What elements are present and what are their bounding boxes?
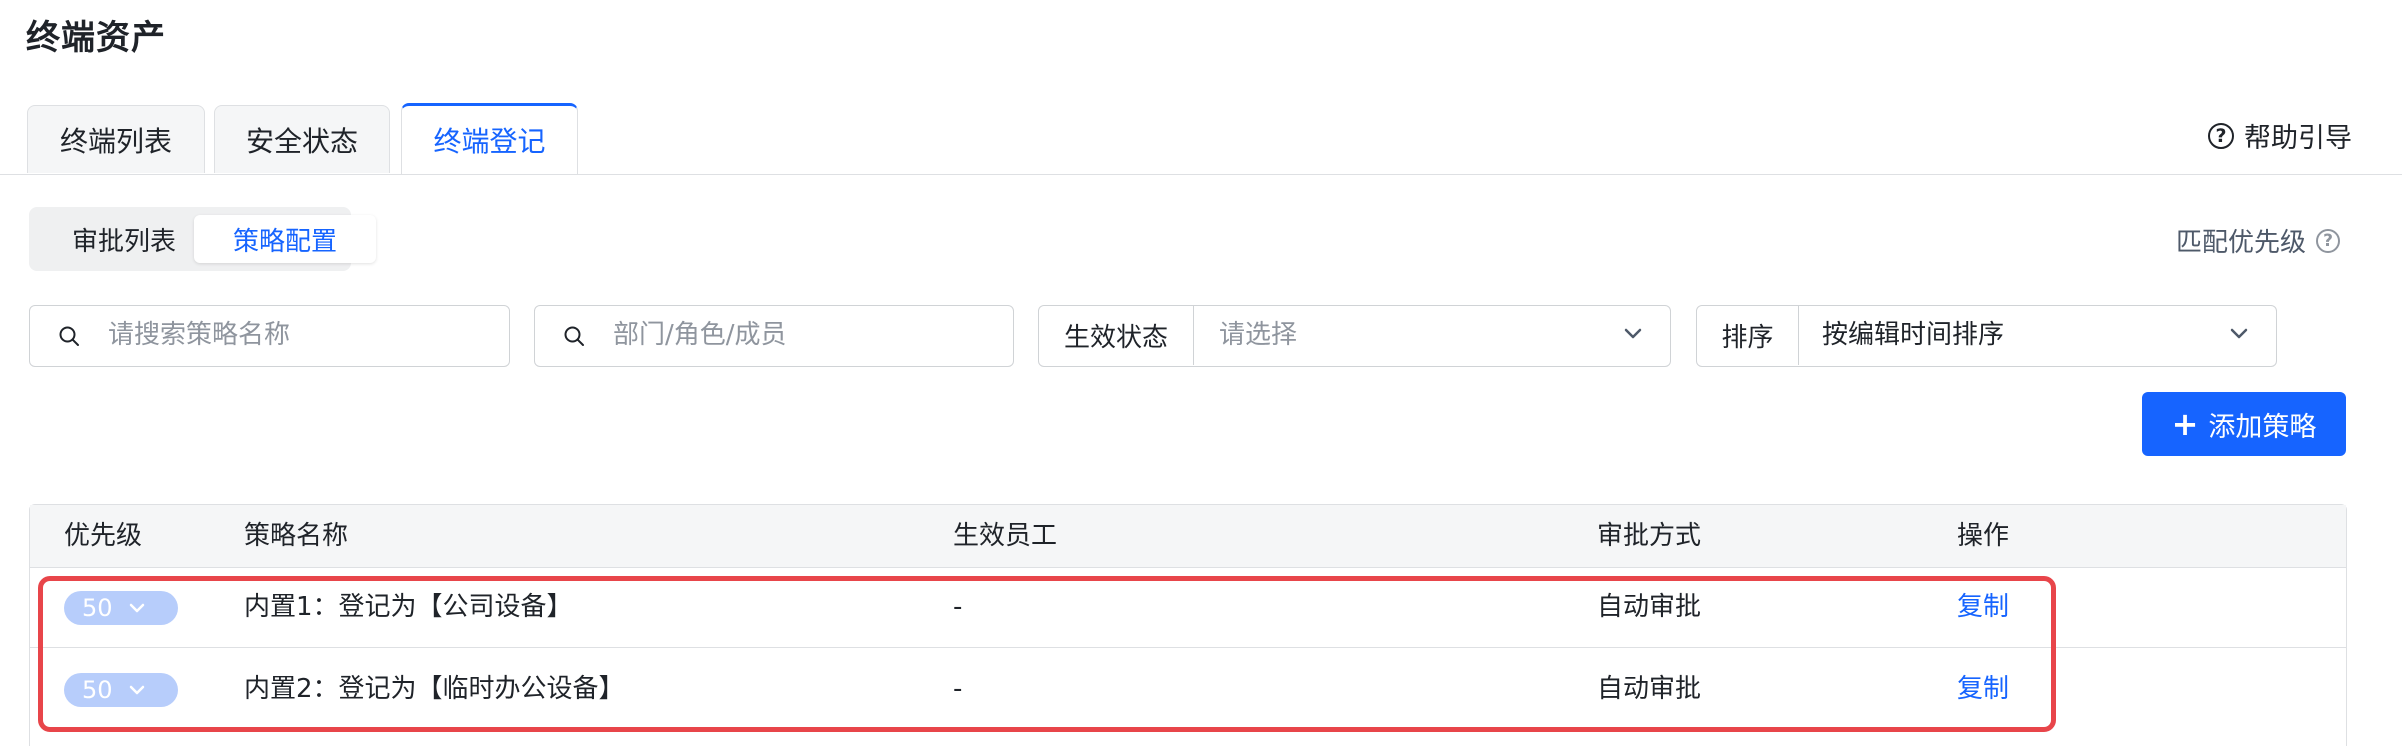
tab-divider <box>0 174 2402 175</box>
tab-security-status[interactable]: 安全状态 <box>214 105 390 173</box>
help-guide-link[interactable]: ? 帮助引导 <box>2208 116 2352 155</box>
column-header-policy-name: 策略名称 <box>244 521 349 551</box>
view-segmented-control: 审批列表 策略配置 <box>29 207 376 271</box>
add-policy-label: 添加策略 <box>2208 411 2317 443</box>
help-circle-icon: ? <box>2208 122 2234 149</box>
column-header-employees: 生效员工 <box>953 521 1058 551</box>
member-search-placeholder: 部门/角色/成员 <box>613 320 787 350</box>
help-circle-icon: ? <box>2316 228 2340 253</box>
chevron-down-icon <box>1624 328 1642 339</box>
tab-terminal-list[interactable]: 终端列表 <box>27 105 205 173</box>
table-header: 优先级 策略名称 生效员工 审批方式 操作 <box>30 505 2346 568</box>
column-header-approval: 审批方式 <box>1597 521 1702 551</box>
sort-select-label: 排序 <box>1697 306 1799 365</box>
policy-search-input[interactable]: 请搜索策略名称 <box>29 305 510 367</box>
add-policy-button[interactable]: + 添加策略 <box>2142 392 2346 456</box>
segment-policy-config[interactable]: 策略配置 <box>194 215 376 263</box>
help-guide-label: 帮助引导 <box>2244 123 2352 154</box>
column-header-priority: 优先级 <box>64 521 143 551</box>
highlight-box <box>38 576 2056 732</box>
sort-select[interactable]: 排序 按编辑时间排序 <box>1696 305 2277 367</box>
plus-icon: + <box>2171 405 2199 443</box>
status-select-placeholder: 请选择 <box>1219 320 1298 350</box>
match-priority-link[interactable]: 匹配优先级 ? <box>2176 222 2340 259</box>
policy-search-placeholder: 请搜索策略名称 <box>108 320 291 350</box>
sort-select-value: 按编辑时间排序 <box>1822 320 2005 350</box>
tab-terminal-registration[interactable]: 终端登记 <box>401 103 578 174</box>
member-search-input[interactable]: 部门/角色/成员 <box>534 305 1014 367</box>
chevron-down-icon <box>2230 328 2248 339</box>
status-select-label: 生效状态 <box>1039 306 1194 365</box>
match-priority-label: 匹配优先级 <box>2175 228 2306 258</box>
page-title: 终端资产 <box>26 18 166 58</box>
segment-approval-list[interactable]: 审批列表 <box>39 215 209 263</box>
status-select[interactable]: 生效状态 请选择 <box>1038 305 1671 367</box>
search-icon <box>59 326 79 346</box>
column-header-action: 操作 <box>1957 521 2010 551</box>
search-icon <box>564 326 584 346</box>
